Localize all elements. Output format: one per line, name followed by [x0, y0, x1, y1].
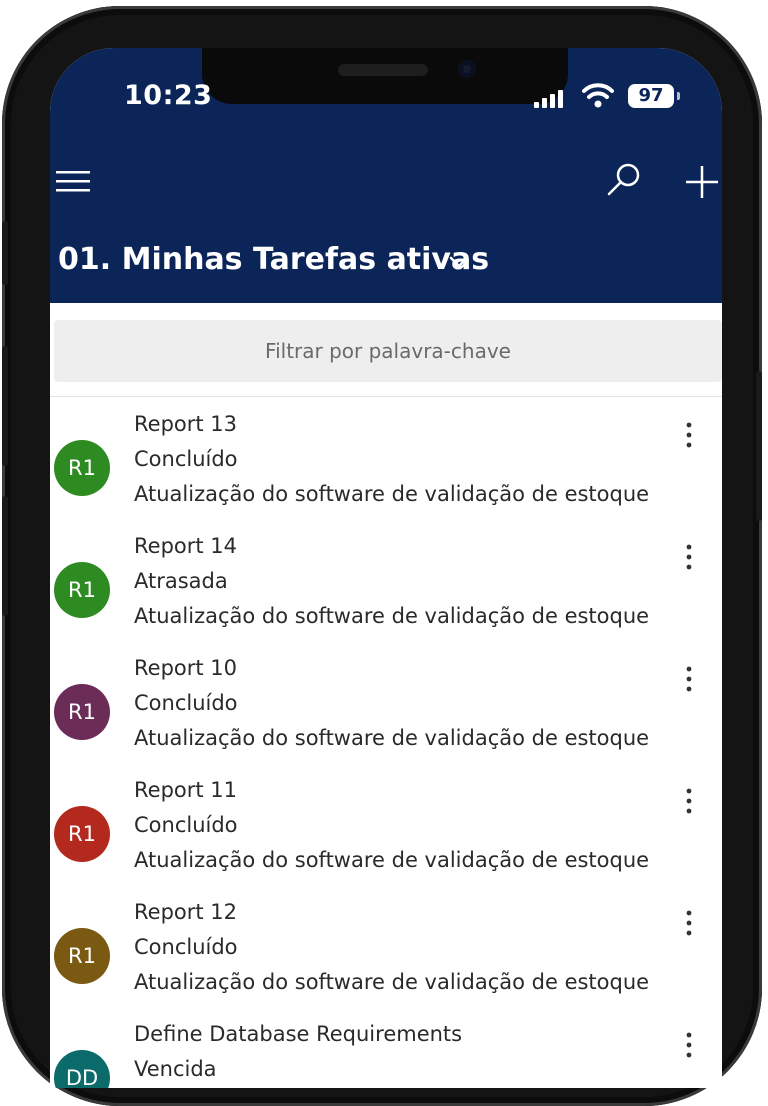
task-title: Report 13: [134, 412, 238, 436]
task-status: Atrasada: [134, 569, 228, 593]
silent-switch: [2, 221, 8, 285]
task-description: Atualização do software de validação de …: [134, 604, 650, 628]
task-item[interactable]: R1 Report 14 Atrasada Atualização do sof…: [50, 522, 722, 644]
task-status: Concluído: [134, 935, 238, 959]
task-title: Report 10: [134, 656, 238, 680]
speaker-grille: [338, 64, 428, 76]
task-description: Atualização do software de validação de …: [134, 726, 650, 750]
app-header: 10:23 97 01. Minhas Tarefas ativas: [50, 48, 722, 303]
avatar: DD: [54, 1050, 110, 1088]
more-options-icon[interactable]: [680, 542, 698, 572]
task-status: Concluído: [134, 813, 238, 837]
avatar: R1: [54, 562, 110, 618]
cellular-signal-icon: [534, 90, 563, 108]
task-title: Report 12: [134, 900, 238, 924]
chevron-down-icon[interactable]: [448, 254, 470, 270]
task-item[interactable]: R1 Report 11 Concluído Atualização do so…: [50, 766, 722, 888]
more-options-icon[interactable]: [680, 786, 698, 816]
task-title: Report 14: [134, 534, 238, 558]
avatar: R1: [54, 684, 110, 740]
list-divider: [50, 396, 722, 397]
task-list: R1 Report 13 Concluído Atualização do so…: [50, 400, 722, 1088]
task-status: Concluído: [134, 691, 238, 715]
avatar: R1: [54, 928, 110, 984]
task-title: Define Database Requirements: [134, 1022, 463, 1046]
plus-icon[interactable]: [682, 162, 722, 202]
view-title[interactable]: 01. Minhas Tarefas ativas: [58, 242, 489, 277]
hamburger-icon[interactable]: [56, 168, 92, 196]
avatar: R1: [54, 806, 110, 862]
search-icon[interactable]: [604, 160, 644, 200]
volume-down-button: [2, 496, 8, 616]
app-screen: 10:23 97 01. Minhas Tarefas ativas Filtr…: [50, 48, 722, 1088]
more-options-icon[interactable]: [680, 908, 698, 938]
task-item[interactable]: DD Define Database Requirements Vencida: [50, 1010, 722, 1088]
task-status: Concluído: [134, 447, 238, 471]
task-description: Atualização do software de validação de …: [134, 970, 650, 994]
wifi-icon: [582, 83, 614, 108]
task-item[interactable]: R1 Report 10 Concluído Atualização do so…: [50, 644, 722, 766]
more-options-icon[interactable]: [680, 664, 698, 694]
battery-nub: [677, 92, 680, 100]
task-description: Atualização do software de validação de …: [134, 848, 650, 872]
phone-frame: 10:23 97 01. Minhas Tarefas ativas Filtr…: [2, 6, 762, 1106]
keyword-filter-input[interactable]: [54, 320, 722, 382]
task-status: Vencida: [134, 1057, 217, 1081]
more-options-icon[interactable]: [680, 420, 698, 450]
task-description: Atualização do software de validação de …: [134, 482, 650, 506]
device-notch: [202, 48, 568, 104]
battery-level: 97: [638, 85, 664, 106]
task-title: Report 11: [134, 778, 238, 802]
camera-icon: [458, 60, 476, 78]
volume-up-button: [2, 346, 8, 466]
power-button: [756, 371, 762, 521]
more-options-icon[interactable]: [680, 1030, 698, 1060]
battery-icon: 97: [628, 84, 674, 108]
status-time: 10:23: [124, 80, 213, 111]
task-item[interactable]: R1 Report 13 Concluído Atualização do so…: [50, 400, 722, 522]
task-item[interactable]: R1 Report 12 Concluído Atualização do so…: [50, 888, 722, 1010]
avatar: R1: [54, 440, 110, 496]
